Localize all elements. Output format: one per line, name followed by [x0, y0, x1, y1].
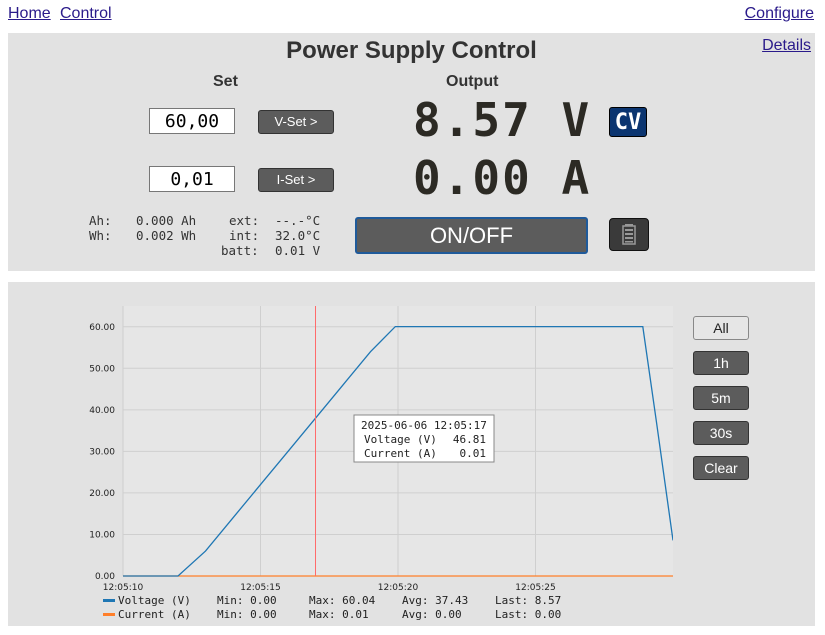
- tooltip-date: 2025-06-06 12:05:17: [361, 419, 487, 432]
- wh-value: 0.002 Wh: [136, 228, 197, 243]
- cv-mode-badge: CV: [609, 107, 647, 137]
- y-tick-label: 20.00: [89, 489, 115, 499]
- ah-label: Ah:: [89, 213, 112, 228]
- y-tick-label: 40.00: [89, 406, 115, 416]
- x-tick-label: 12:05:10: [103, 583, 144, 593]
- current-legend-swatch: [103, 613, 115, 616]
- int-temp-label: int:: [229, 228, 260, 243]
- range-30s-button[interactable]: 30s: [693, 421, 749, 445]
- current-readout: 0.00 A: [413, 151, 592, 205]
- chart-area: 0.00 10.00 20.00 30.00 40.00 50.00 60.00 12:05:…: [73, 288, 674, 621]
- y-tick-label: 50.00: [89, 364, 115, 374]
- nav-configure-link[interactable]: Configure: [745, 5, 814, 23]
- legend-series-name: Current (A): [118, 608, 191, 620]
- current-set-input[interactable]: [149, 166, 235, 192]
- voltage-legend-swatch: [103, 599, 115, 602]
- iset-button[interactable]: I-Set >: [258, 168, 334, 192]
- range-5m-button[interactable]: 5m: [693, 386, 749, 410]
- y-tick-label: 60.00: [89, 323, 115, 333]
- onoff-button[interactable]: ON/OFF: [355, 217, 588, 254]
- legend-avg: Avg: 37.43: [402, 594, 468, 607]
- y-tick-label: 10.00: [89, 530, 115, 540]
- tooltip-voltage-value: 46.81: [453, 433, 486, 446]
- x-tick-label: 12:05:15: [240, 583, 280, 593]
- battery-icon: [622, 224, 636, 245]
- nav-home-link[interactable]: Home: [8, 5, 51, 23]
- vset-button[interactable]: V-Set >: [258, 110, 334, 134]
- ah-value: 0.000 Ah: [136, 213, 197, 228]
- voltage-set-input[interactable]: [149, 108, 235, 134]
- ext-temp-value: --.-°C: [275, 213, 321, 228]
- y-tick-label: 30.00: [89, 447, 115, 457]
- legend-min: Min: 0.00: [217, 608, 277, 620]
- battery-button[interactable]: [609, 218, 649, 251]
- chart-panel: 0.00 10.00 20.00 30.00 40.00 50.00 60.00 12:05:…: [8, 282, 815, 626]
- legend-last: Last: 0.00: [495, 608, 561, 620]
- page-title: Power Supply Control: [286, 37, 537, 64]
- y-tick-label: 0.00: [95, 572, 115, 582]
- details-link[interactable]: Details: [762, 37, 811, 55]
- tooltip-current-label: Current (A): [364, 447, 437, 460]
- ext-temp-label: ext:: [229, 213, 260, 228]
- legend-series-name: Voltage (V): [118, 594, 191, 607]
- x-tick-label: 12:05:20: [378, 583, 419, 593]
- wh-label: Wh:: [89, 228, 112, 243]
- legend-max: Max: 60.04: [309, 594, 376, 607]
- voltage-current-chart[interactable]: 0.00 10.00 20.00 30.00 40.00 50.00 60.00 12:05:…: [73, 288, 674, 621]
- legend-avg: Avg: 0.00: [402, 608, 462, 620]
- x-tick-label: 12:05:25: [515, 583, 555, 593]
- control-panel: Power Supply Control Details Set Output …: [8, 33, 815, 271]
- voltage-readout: 8.57 V: [413, 93, 592, 147]
- tooltip-current-value: 0.01: [460, 447, 487, 460]
- set-header: Set: [213, 73, 238, 90]
- batt-value: 0.01 V: [275, 243, 321, 258]
- tooltip-voltage-label: Voltage (V): [364, 433, 437, 446]
- nav-control-link[interactable]: Control: [60, 5, 112, 23]
- legend-max: Max: 0.01: [309, 608, 369, 620]
- clear-button[interactable]: Clear: [693, 456, 749, 480]
- batt-label: batt:: [221, 243, 259, 258]
- range-all-button[interactable]: All: [693, 316, 749, 340]
- output-header: Output: [446, 73, 499, 90]
- range-1h-button[interactable]: 1h: [693, 351, 749, 375]
- legend-last: Last: 8.57: [495, 594, 561, 607]
- int-temp-value: 32.0°C: [275, 228, 321, 243]
- legend-min: Min: 0.00: [217, 594, 277, 607]
